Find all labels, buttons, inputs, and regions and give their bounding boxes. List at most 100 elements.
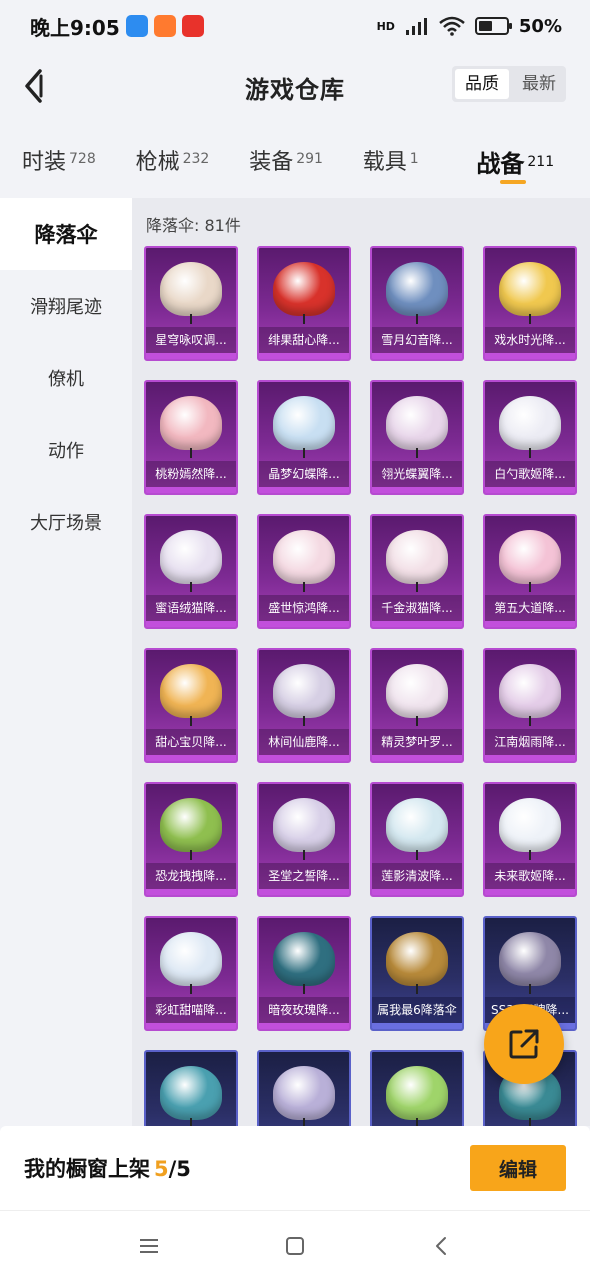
tier-bar — [259, 755, 349, 761]
tab-category[interactable]: 战备 211 — [476, 130, 590, 184]
parachute-card[interactable]: 彩虹甜喵降... — [144, 916, 238, 1031]
sort-option-newest[interactable]: 最新 — [512, 66, 566, 102]
tab-category[interactable]: 枪械 232 — [136, 130, 250, 176]
sidenav-item[interactable]: 动作 — [0, 414, 132, 486]
tab-count: 232 — [182, 150, 210, 167]
showcase-title: 我的橱窗上架 5/5 — [24, 1153, 191, 1183]
parachute-image — [273, 396, 335, 450]
parachute-card[interactable]: 江南烟雨降... — [483, 648, 577, 763]
parachute-image — [499, 932, 561, 986]
tab-label: 装备 — [249, 150, 294, 175]
parachute-card[interactable]: 晶梦幻蝶降... — [257, 380, 351, 495]
tier-bar — [146, 487, 236, 493]
parachute-strap — [303, 314, 305, 324]
parachute-card[interactable]: 属我最6降落伞 — [370, 916, 464, 1031]
tab-category[interactable]: 时装 728 — [22, 130, 136, 176]
tab-category[interactable]: 载具 1 — [363, 130, 477, 176]
parachute-card[interactable]: 盛世惊鸿降... — [257, 514, 351, 629]
status-indicators: HD 50% — [377, 16, 562, 37]
menu-button[interactable] — [131, 1228, 167, 1264]
parachute-strap — [416, 850, 418, 860]
sidenav-item[interactable]: 僚机 — [0, 342, 132, 414]
parachute-card[interactable]: 戏水时光降... — [483, 246, 577, 361]
tab-active-indicator — [500, 180, 527, 184]
parachute-card[interactable]: 白勺歌姬降... — [483, 380, 577, 495]
tier-bar — [259, 621, 349, 627]
parachute-name: 第五大道降... — [485, 595, 575, 621]
parachute-strap — [416, 1118, 418, 1126]
parachute-name: 彩虹甜喵降... — [146, 997, 236, 1023]
app-notification-icon — [125, 15, 148, 37]
parachute-strap — [190, 448, 192, 458]
tier-bar — [372, 353, 462, 359]
item-content: 降落伞: 81件 星穹咏叹调... 绯果甜心降... 雪月幻音降... 戏水时光降..… — [132, 198, 590, 1126]
parachute-strap — [416, 716, 418, 726]
parachute-card[interactable]: 圣堂之誓降... — [257, 782, 351, 897]
sort-toggle: 品质 最新 — [452, 66, 566, 102]
parachute-strap — [190, 582, 192, 592]
back-arrow-icon — [25, 69, 43, 103]
parachute-card[interactable] — [144, 1050, 238, 1126]
parachute-name: 莲影清波降... — [372, 863, 462, 889]
battery-icon — [474, 17, 512, 35]
tab-label: 载具 — [362, 150, 407, 175]
parachute-image — [386, 932, 448, 986]
sidenav-item[interactable]: 降落伞 — [0, 198, 132, 270]
parachute-strap — [303, 1118, 305, 1126]
parachute-strap — [529, 984, 531, 994]
tab-count: 211 — [527, 153, 555, 170]
cellular-signal-icon — [405, 18, 427, 35]
parachute-image — [386, 664, 448, 718]
parachute-name: 戏水时光降... — [485, 327, 575, 353]
parachute-image — [160, 1066, 222, 1120]
tier-bar — [372, 621, 462, 627]
parachute-strap — [190, 1118, 192, 1126]
parachute-card[interactable]: 甜心宝贝降... — [144, 648, 238, 763]
tier-bar — [259, 889, 349, 895]
parachute-card[interactable]: 雪月幻音降... — [370, 246, 464, 361]
parachute-card[interactable]: 第五大道降... — [483, 514, 577, 629]
parachute-card[interactable]: 未来歌姬降... — [483, 782, 577, 897]
parachute-card[interactable]: 精灵梦叶罗... — [370, 648, 464, 763]
sort-option-quality[interactable]: 品质 — [455, 69, 509, 99]
network-label: HD — [376, 19, 395, 33]
parachute-image — [160, 798, 222, 852]
parachute-card[interactable]: 千金淑猫降... — [370, 514, 464, 629]
parachute-card[interactable]: 林间仙鹿降... — [257, 648, 351, 763]
shopping-notification-icon — [153, 15, 176, 37]
parachute-strap — [190, 850, 192, 860]
tier-bar — [372, 1023, 462, 1029]
parachute-image — [273, 262, 335, 316]
edit-button[interactable]: 编辑 — [470, 1145, 566, 1191]
parachute-card[interactable]: 莲影清波降... — [370, 782, 464, 897]
status-time: 晚上9:05 — [30, 15, 120, 40]
share-button[interactable] — [484, 1004, 564, 1084]
parachute-card[interactable]: 翎光蝶翼降... — [370, 380, 464, 495]
parachute-strap — [303, 448, 305, 458]
parachute-card[interactable] — [257, 1050, 351, 1126]
parachute-name: 千金淑猫降... — [372, 595, 462, 621]
showcase-label: 我的橱窗上架 — [24, 1157, 150, 1181]
parachute-card[interactable]: 星穹咏叹调... — [144, 246, 238, 361]
sidenav-item[interactable]: 大厅场景 — [0, 486, 132, 558]
header: 游戏仓库 品质 最新 — [0, 52, 590, 122]
parachute-strap — [416, 984, 418, 994]
parachute-card[interactable]: 桃粉嫣然降... — [144, 380, 238, 495]
parachute-image — [273, 1066, 335, 1120]
back-button[interactable] — [14, 66, 54, 106]
tier-bar — [485, 353, 575, 359]
parachute-card[interactable]: 恐龙拽拽降... — [144, 782, 238, 897]
parachute-card[interactable]: 暗夜玫瑰降... — [257, 916, 351, 1031]
parachute-card[interactable]: 蜜语绒猫降... — [144, 514, 238, 629]
parachute-name: 星穹咏叹调... — [146, 327, 236, 353]
tier-bar — [259, 353, 349, 359]
tab-category[interactable]: 装备 291 — [249, 130, 363, 176]
sidenav-item[interactable]: 滑翔尾迹 — [0, 270, 132, 342]
parachute-card[interactable]: 绯果甜心降... — [257, 246, 351, 361]
parachute-card[interactable] — [370, 1050, 464, 1126]
system-back-button[interactable] — [423, 1228, 459, 1264]
parachute-strap — [529, 448, 531, 458]
home-button[interactable] — [277, 1228, 313, 1264]
parachute-strap — [529, 716, 531, 726]
parachute-name: 属我最6降落伞 — [372, 997, 462, 1023]
